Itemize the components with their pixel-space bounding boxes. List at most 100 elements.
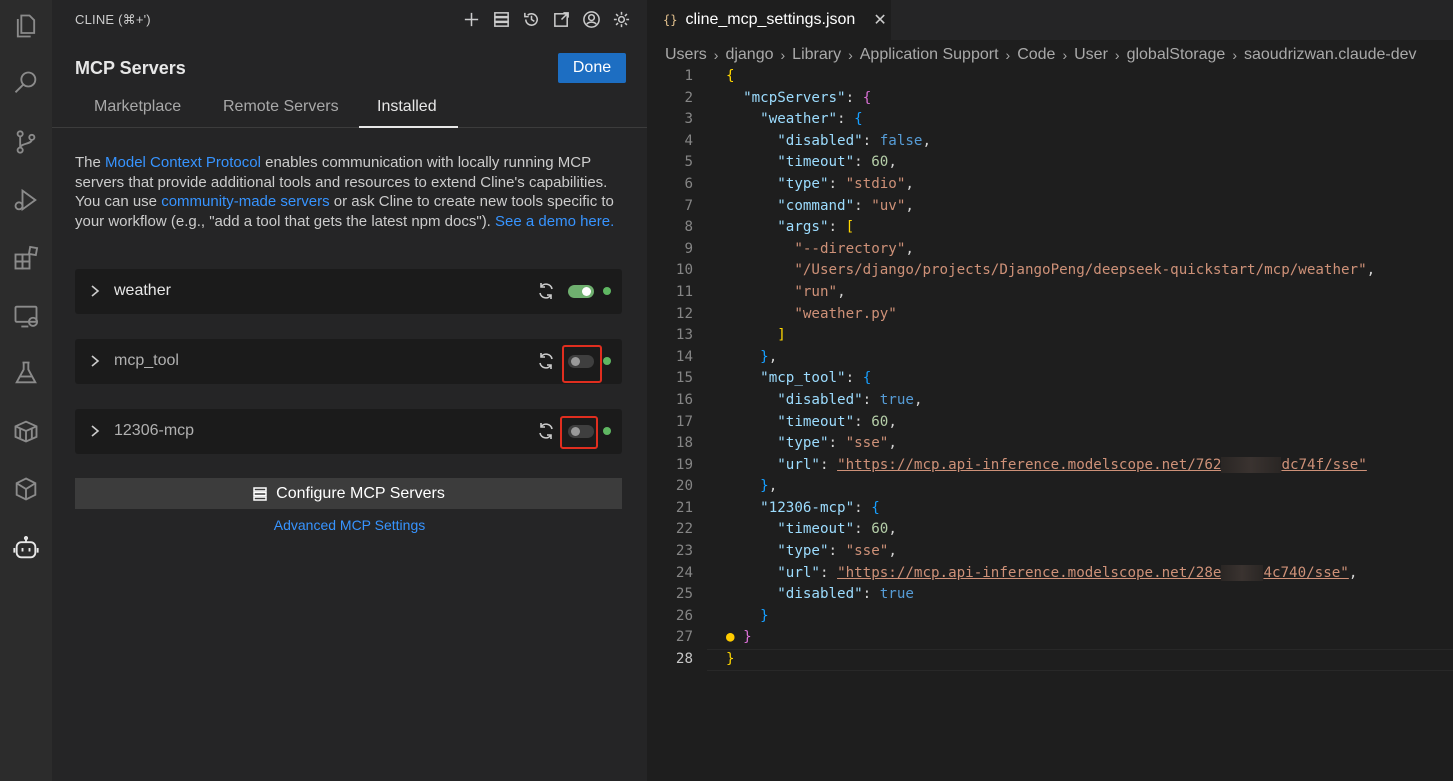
code-text: } [726, 651, 735, 668]
restart-icon[interactable] [536, 281, 556, 301]
testing-flask-icon[interactable] [6, 353, 46, 393]
model-context-protocol-link[interactable]: Model Context Protocol [105, 154, 261, 171]
done-button[interactable]: Done [558, 53, 626, 83]
tab-marketplace[interactable]: Marketplace [94, 98, 181, 116]
server-row-mcp-tool[interactable]: mcp_tool [75, 339, 622, 384]
status-dot [603, 427, 611, 435]
chevron-right-icon[interactable] [88, 282, 102, 300]
explorer-icon[interactable] [6, 6, 46, 46]
open-external-icon[interactable] [551, 8, 571, 30]
ai-agent-icon[interactable] [6, 469, 46, 509]
code-line: 26 } [647, 606, 1453, 628]
code-editor[interactable]: 1{ 2 "mcpServers": { 3 "weather": { 4 "d… [647, 66, 1453, 671]
run-debug-icon[interactable] [6, 180, 46, 220]
close-icon[interactable]: ✕ [873, 10, 886, 30]
code-text: "timeout": 60, [777, 521, 897, 538]
line-number: 1 [684, 68, 693, 84]
code-text: "weather": { [760, 111, 863, 128]
server-enable-toggle[interactable] [568, 285, 594, 298]
community-servers-link[interactable]: community-made servers [161, 193, 329, 210]
code-text: ] [777, 327, 786, 344]
search-icon[interactable] [6, 63, 46, 103]
breadcrumb-item[interactable]: globalStorage [1127, 46, 1226, 64]
cline-robot-icon[interactable] [6, 528, 46, 568]
chevron-right-icon[interactable] [88, 352, 102, 370]
line-number: 17 [675, 413, 693, 430]
intro-text: The Model Context Protocol enables commu… [75, 153, 615, 231]
code-line: 18 "type": "sse", [647, 433, 1453, 455]
tab-installed[interactable]: Installed [377, 98, 437, 116]
breadcrumb: Users › django › Library › Application Supp… [665, 45, 1417, 65]
remote-explorer-icon[interactable] [6, 296, 46, 336]
breadcrumb-item[interactable]: saoudrizwan.claude-dev [1244, 46, 1417, 64]
gear-icon[interactable] [611, 8, 631, 30]
line-number: 18 [675, 435, 693, 452]
code-line: 25 "disabled": true [647, 584, 1453, 606]
server-stack-icon [253, 486, 267, 501]
code-line: 6 "type": "stdio", [647, 174, 1453, 196]
toggle-knob [571, 357, 580, 366]
server-enable-toggle[interactable] [568, 355, 594, 368]
restart-icon[interactable] [536, 421, 556, 441]
line-number: 13 [675, 327, 693, 344]
lightbulb-icon[interactable]: ● [726, 629, 735, 645]
line-number: 14 [675, 348, 693, 365]
containers-icon[interactable] [6, 411, 46, 451]
chevron-right-icon[interactable] [88, 422, 102, 440]
source-control-icon[interactable] [6, 122, 46, 162]
breadcrumb-item[interactable]: User [1074, 46, 1108, 64]
breadcrumb-item[interactable]: django [725, 46, 773, 64]
line-number: 27 [675, 629, 693, 646]
server-name: weather [114, 282, 171, 299]
server-row-12306-mcp[interactable]: 12306-mcp [75, 409, 622, 454]
server-stack-icon[interactable] [491, 8, 511, 30]
configure-mcp-servers-button[interactable]: Configure MCP Servers [75, 478, 622, 509]
intro-text-part: The [75, 154, 106, 171]
code-line: 3 "weather": { [647, 109, 1453, 131]
breadcrumb-item[interactable]: Library [792, 46, 841, 64]
line-number: 24 [675, 564, 693, 581]
code-line: 5 "timeout": 60, [647, 152, 1453, 174]
server-enable-toggle[interactable] [568, 425, 594, 438]
configure-label: Configure MCP Servers [276, 484, 445, 502]
code-line: 21 "12306-mcp": { [647, 498, 1453, 520]
code-text: "weather.py" [794, 305, 897, 322]
restart-icon[interactable] [536, 351, 556, 371]
history-icon[interactable] [521, 8, 541, 30]
code-text: "run", [794, 283, 846, 300]
plus-icon[interactable] [461, 8, 481, 30]
code-text: "type": "sse", [777, 543, 897, 560]
code-text: }, [760, 348, 778, 365]
code-text: "disabled": true [777, 586, 914, 603]
breadcrumb-separator-icon: › [1232, 47, 1237, 63]
breadcrumb-item[interactable]: Application Support [860, 46, 999, 64]
code-line: 14 }, [647, 347, 1453, 369]
status-dot [603, 287, 611, 295]
account-icon[interactable] [581, 8, 601, 30]
editor-tab-cline-mcp-settings[interactable]: {} cline_mcp_settings.json ✕ [647, 0, 891, 40]
server-row-weather[interactable]: weather [75, 269, 622, 314]
editor: {} cline_mcp_settings.json ✕ Users › djan… [647, 0, 1453, 781]
code-line: 19 "url": "https://mcp.api-inference.mod… [647, 455, 1453, 477]
line-number: 23 [675, 543, 693, 560]
page-title: MCP Servers [75, 58, 186, 78]
code-line: 23 "type": "sse", [647, 541, 1453, 563]
cline-sidebar: CLINE (⌘+') MCP Servers Done Marketplace… [52, 0, 647, 781]
code-line: 28} [647, 649, 1453, 671]
line-number: 11 [675, 283, 693, 300]
code-line: 9 "--directory", [647, 239, 1453, 261]
code-text: "url": "https://mcp.api-inference.models… [777, 564, 1358, 581]
code-text: "command": "uv", [777, 197, 914, 214]
code-line: 2 "mcpServers": { [647, 88, 1453, 110]
code-text: "type": "sse", [777, 435, 897, 452]
sidebar-header: CLINE (⌘+') [75, 12, 151, 27]
code-text: "type": "stdio", [777, 175, 914, 192]
advanced-mcp-settings-link[interactable]: Advanced MCP Settings [52, 517, 647, 533]
extensions-icon[interactable] [6, 238, 46, 278]
demo-link[interactable]: See a demo here. [495, 213, 614, 230]
code-line: 4 "disabled": false, [647, 131, 1453, 153]
breadcrumb-item[interactable]: Code [1017, 46, 1055, 64]
tab-remote-servers[interactable]: Remote Servers [223, 98, 339, 116]
server-name: mcp_tool [114, 352, 179, 369]
breadcrumb-item[interactable]: Users [665, 46, 707, 64]
